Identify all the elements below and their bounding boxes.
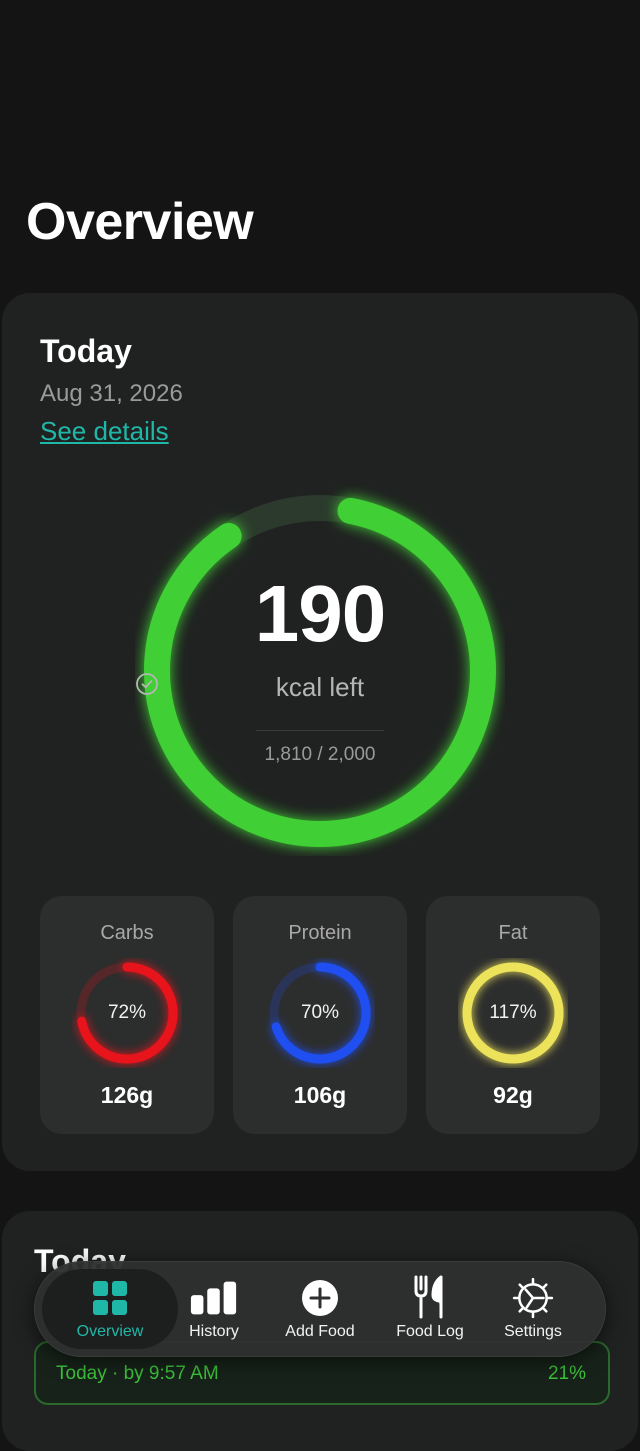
calories-consumed-text: 1,810 / 2,000 [264, 744, 376, 765]
macro-grams: 126g [100, 1082, 154, 1108]
macro-card-protein[interactable]: Protein 70% 106g [233, 896, 407, 1134]
macro-ring: 70% [265, 958, 375, 1068]
macro-grams: 106g [293, 1082, 347, 1108]
fork-knife-icon [414, 1275, 443, 1319]
page-title: Overview [26, 193, 254, 251]
macro-name: Fat [498, 922, 528, 944]
divider [256, 730, 384, 731]
tab-label: Overview [76, 1323, 144, 1340]
macro-grams: 92g [493, 1082, 533, 1108]
grid-icon [93, 1281, 127, 1315]
tab-add-food[interactable]: Add Food [266, 1269, 374, 1349]
calories-remaining-value: 190 [254, 569, 386, 658]
progress-value: 21% [547, 1363, 586, 1384]
card-title: Today [40, 333, 132, 369]
macro-name: Carbs [100, 922, 154, 944]
tab-food-log[interactable]: Food Log [376, 1269, 484, 1349]
kcal-left-text: kcal left [275, 672, 365, 702]
macro-card-fat[interactable]: Fat 117% 92g [426, 896, 600, 1134]
tab-label: Add Food [285, 1323, 355, 1340]
calories-remaining-label: kcal left [135, 672, 505, 703]
see-details-link[interactable]: See details [40, 416, 169, 447]
macro-ring: 72% [72, 958, 182, 1068]
macro-percent: 72% [107, 1002, 147, 1023]
plus-circle-icon [302, 1280, 338, 1316]
tab-settings[interactable]: Settings [479, 1269, 587, 1349]
calorie-ring: 190 kcal left 1,810 / 2,000 [135, 486, 505, 856]
today-summary-card: Today Aug 31, 2026 See details 190 kcal … [2, 293, 638, 1171]
bottom-tab-bar: Overview History Add Food Food Log Setti… [34, 1261, 606, 1357]
macro-percent: 70% [300, 1002, 340, 1023]
tab-label: History [189, 1323, 239, 1340]
card-date: Aug 31, 2026 [40, 380, 183, 407]
bar-chart-icon [190, 1281, 237, 1315]
gear-icon [512, 1277, 554, 1319]
tab-history[interactable]: History [160, 1269, 268, 1349]
tab-label: Food Log [396, 1323, 464, 1340]
progress-label: Today · by 9:57 AM [56, 1363, 219, 1384]
tab-overview[interactable]: Overview [42, 1269, 178, 1349]
macro-name: Protein [288, 922, 352, 944]
macro-card-carbs[interactable]: Carbs 72% 126g [40, 896, 214, 1134]
macro-percent: 117% [489, 1002, 537, 1023]
tab-label: Settings [504, 1323, 562, 1340]
macro-ring: 117% [458, 958, 568, 1068]
check-circle-icon [136, 673, 158, 695]
